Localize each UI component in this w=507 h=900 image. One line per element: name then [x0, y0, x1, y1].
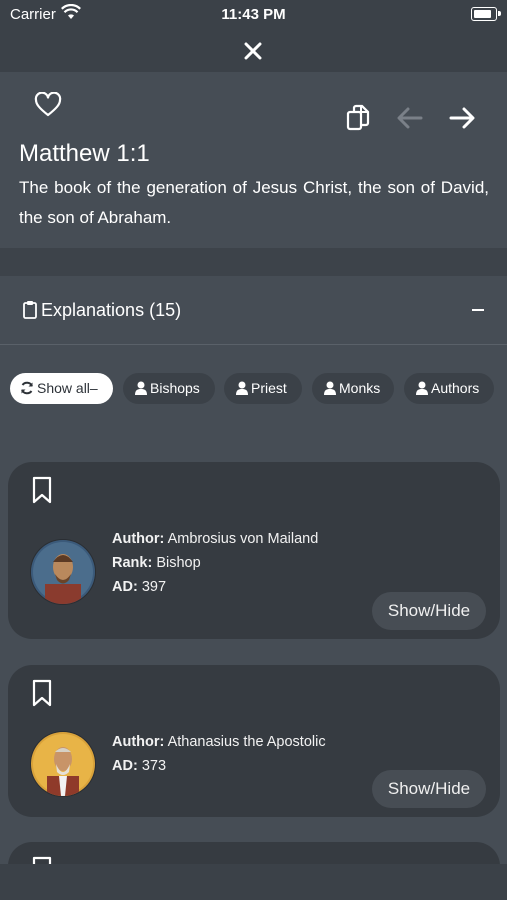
bookmark-icon[interactable] — [32, 679, 52, 712]
filter-label: Show all– — [37, 380, 98, 396]
person-icon — [416, 381, 428, 395]
rank-value: Bishop — [156, 555, 201, 571]
author-label: Author: — [112, 734, 165, 750]
ad-value: 373 — [141, 758, 167, 774]
explanation-card: Author: Ambrosius von Mailand Rank: Bish… — [8, 462, 500, 639]
battery-icon — [471, 7, 497, 21]
explanation-card: Author: Athanasius the Apostolic AD: 373… — [8, 665, 500, 817]
author-name: Athanasius the Apostolic — [167, 734, 326, 750]
bottom-bar — [0, 864, 507, 900]
author-info: Author: Ambrosius von Mailand Rank: Bish… — [112, 527, 318, 599]
show-hide-button[interactable]: Show/Hide — [372, 770, 486, 808]
arrow-right-icon[interactable] — [448, 106, 476, 135]
clock: 11:43 PM — [221, 6, 286, 23]
filter-show-all[interactable]: Show all– — [10, 373, 113, 404]
arrow-left-icon[interactable] — [396, 106, 424, 135]
section-divider — [0, 248, 507, 276]
person-icon — [236, 381, 248, 395]
person-icon — [324, 381, 336, 395]
filter-label: Authors — [431, 380, 480, 396]
battery-tip — [498, 11, 501, 16]
filter-authors[interactable]: Authors — [404, 373, 494, 404]
refresh-icon — [21, 381, 33, 395]
author-name: Ambrosius von Mailand — [167, 531, 319, 547]
filter-bishops[interactable]: Bishops — [123, 373, 215, 404]
status-bar: Carrier 11:43 PM — [0, 0, 507, 30]
close-row — [0, 30, 507, 72]
heart-icon[interactable] — [34, 91, 62, 123]
author-label: Author: — [112, 531, 165, 547]
show-hide-button[interactable]: Show/Hide — [372, 592, 486, 630]
copy-icon[interactable] — [345, 104, 371, 137]
rank-label: Rank: — [112, 555, 153, 571]
filter-label: Bishops — [150, 380, 200, 396]
avatar — [30, 731, 96, 797]
verse-text: The book of the generation of Jesus Chri… — [19, 178, 489, 227]
ad-label: AD: — [112, 758, 138, 774]
collapse-icon[interactable] — [472, 309, 484, 311]
bookmark-icon[interactable] — [32, 476, 52, 509]
avatar — [30, 539, 96, 605]
explanations-header[interactable]: Explanations (15) — [0, 276, 507, 345]
filter-label: Priest — [251, 380, 287, 396]
ad-value: 397 — [141, 579, 167, 595]
person-icon — [135, 381, 147, 395]
verse-panel: Matthew 1:1 The book of the generation o… — [0, 72, 507, 248]
close-icon[interactable] — [238, 36, 268, 66]
ad-label: AD: — [112, 579, 138, 595]
filter-label: Monks — [339, 380, 381, 396]
author-info: Author: Athanasius the Apostolic AD: 373 — [112, 730, 326, 778]
verse-reference: Matthew 1:1 — [19, 140, 150, 167]
filter-priest[interactable]: Priest — [224, 373, 302, 404]
explanations-title: Explanations (15) — [41, 300, 182, 320]
clipboard-icon — [22, 300, 38, 325]
filter-monks[interactable]: Monks — [312, 373, 394, 404]
